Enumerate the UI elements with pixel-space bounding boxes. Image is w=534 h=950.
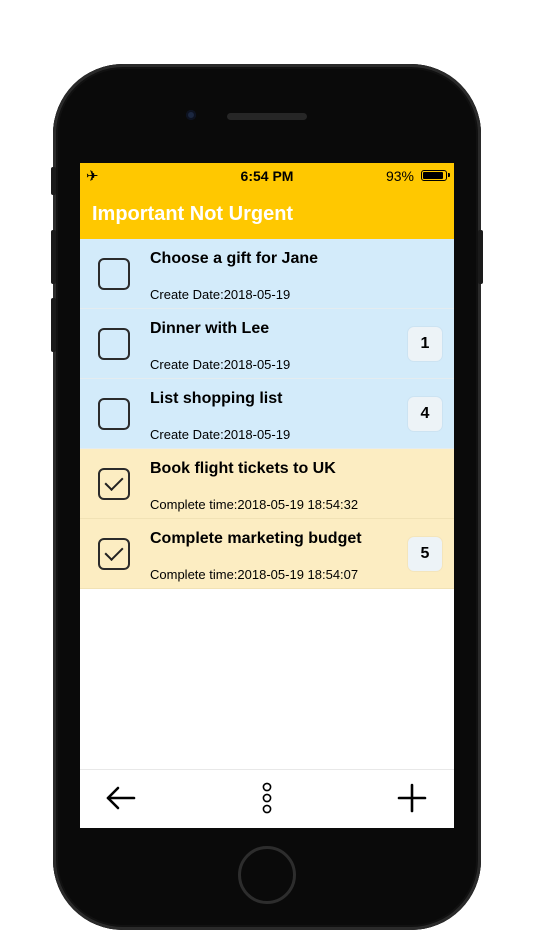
task-row[interactable]: Choose a gift for Jane Create Date:2018-… [80, 239, 454, 309]
task-title: Choose a gift for Jane [150, 250, 319, 267]
more-button[interactable] [237, 770, 297, 828]
home-button[interactable] [238, 846, 296, 904]
battery-icon [421, 170, 450, 181]
earpiece-speaker [227, 113, 307, 120]
task-checkbox[interactable] [98, 538, 130, 570]
front-camera [186, 110, 196, 120]
task-checkbox[interactable] [98, 468, 130, 500]
volume-down-button [51, 298, 56, 352]
task-date: Create Date:2018-05-19 [150, 427, 291, 442]
more-vertical-icon [262, 782, 272, 814]
page-title: Important Not Urgent [92, 203, 294, 225]
checkmark-icon [104, 541, 124, 562]
task-title: Dinner with Lee [150, 320, 270, 337]
arrow-left-icon [106, 786, 136, 810]
add-button[interactable] [380, 770, 440, 828]
back-button[interactable] [94, 770, 154, 828]
task-row[interactable]: Book flight tickets to UK Complete time:… [80, 449, 454, 519]
task-title: List shopping list [150, 390, 283, 407]
task-checkbox[interactable] [98, 258, 130, 290]
bottom-toolbar [80, 769, 454, 828]
mute-switch [51, 167, 56, 195]
task-row[interactable]: Complete marketing budget Complete time:… [80, 519, 454, 589]
task-row[interactable]: Dinner with Lee Create Date:2018-05-19 1 [80, 309, 454, 379]
battery-nub [448, 173, 450, 177]
task-badge: 5 [408, 537, 442, 571]
task-date: Complete time:2018-05-19 18:54:32 [150, 497, 359, 512]
task-date: Create Date:2018-05-19 [150, 287, 291, 302]
task-badge: 4 [408, 397, 442, 431]
task-date: Complete time:2018-05-19 18:54:07 [150, 567, 359, 582]
task-checkbox[interactable] [98, 328, 130, 360]
task-date: Create Date:2018-05-19 [150, 357, 291, 372]
screen: ✈ 6:54 PM 93% Important Not Urgent Choos… [80, 163, 454, 828]
power-button [478, 230, 483, 284]
task-title: Complete marketing budget [150, 530, 362, 547]
battery-percent: 93% [385, 168, 414, 184]
task-row[interactable]: List shopping list Create Date:2018-05-1… [80, 379, 454, 449]
nav-bar: Important Not Urgent [80, 189, 454, 239]
task-checkbox[interactable] [98, 398, 130, 430]
status-bar: ✈ 6:54 PM 93% [80, 163, 454, 189]
volume-up-button [51, 230, 56, 284]
task-list: Choose a gift for Jane Create Date:2018-… [80, 239, 454, 589]
plus-icon [397, 783, 427, 813]
task-title: Book flight tickets to UK [150, 460, 336, 477]
task-badge: 1 [408, 327, 442, 361]
checkmark-icon [104, 471, 124, 492]
battery-fill [423, 172, 443, 179]
